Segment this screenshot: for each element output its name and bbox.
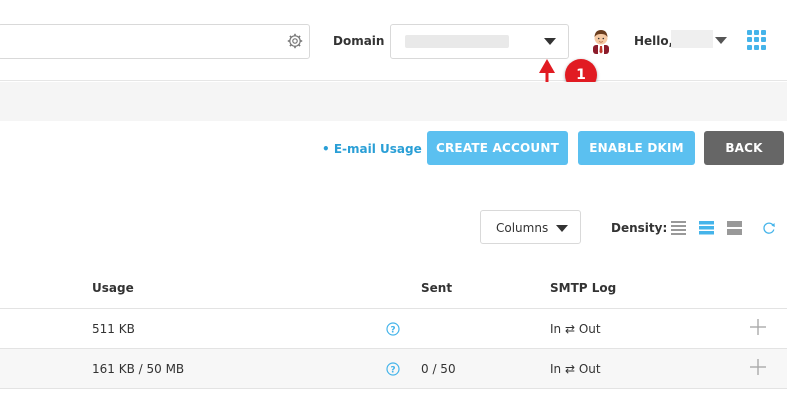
table-row[interactable]: 161 KB / 50 MB ? 0 / 50 In ⇄ Out — [0, 348, 787, 388]
help-icon[interactable]: ? — [386, 362, 400, 376]
domain-value-redacted — [405, 35, 509, 48]
svg-text:?: ? — [390, 366, 395, 376]
columns-label: Columns — [496, 221, 549, 235]
top-header: Domain Hello, — [0, 0, 787, 81]
smtp-log-cell[interactable]: In ⇄ Out — [550, 322, 601, 336]
density-standard-icon[interactable] — [699, 220, 714, 235]
back-button[interactable]: BACK — [704, 131, 784, 165]
domain-label: Domain — [333, 34, 385, 48]
columns-dropdown[interactable]: Columns — [480, 210, 581, 244]
expand-plus-icon[interactable] — [750, 319, 766, 335]
help-icon[interactable]: ? — [386, 322, 400, 336]
column-header-sent[interactable]: Sent — [421, 281, 452, 295]
table-row[interactable]: 511 KB ? In ⇄ Out — [0, 308, 787, 348]
page-title-band — [0, 82, 787, 121]
column-header-smtp-log[interactable]: SMTP Log — [550, 281, 616, 295]
smtp-log-cell[interactable]: In ⇄ Out — [550, 362, 601, 376]
apps-grid-icon[interactable] — [747, 30, 767, 50]
greeting: Hello, — [634, 34, 674, 48]
density-label: Density: — [611, 221, 668, 235]
search-input[interactable] — [0, 24, 310, 59]
refresh-icon[interactable] — [762, 221, 776, 235]
username-redacted — [671, 30, 713, 48]
caret-down-icon — [556, 225, 568, 232]
usage-cell: 511 KB — [92, 322, 135, 336]
email-usage-link[interactable]: • E-mail Usage — [322, 142, 422, 156]
density-comfortable-icon[interactable] — [727, 220, 742, 235]
enable-dkim-button[interactable]: ENABLE DKIM — [578, 131, 695, 165]
user-menu-caret-icon[interactable] — [715, 37, 727, 44]
domain-select[interactable] — [390, 24, 569, 59]
create-account-button[interactable]: CREATE ACCOUNT — [427, 131, 568, 165]
table-bottom-border — [0, 388, 787, 389]
usage-cell: 161 KB / 50 MB — [92, 362, 185, 376]
avatar[interactable] — [590, 27, 612, 54]
sent-cell: 0 / 50 — [421, 362, 456, 376]
expand-plus-icon[interactable] — [750, 359, 766, 375]
svg-text:?: ? — [390, 326, 395, 336]
density-compact-icon[interactable] — [671, 220, 686, 235]
column-header-usage[interactable]: Usage — [92, 281, 134, 295]
gear-icon[interactable] — [287, 33, 303, 49]
caret-down-icon — [544, 38, 556, 45]
